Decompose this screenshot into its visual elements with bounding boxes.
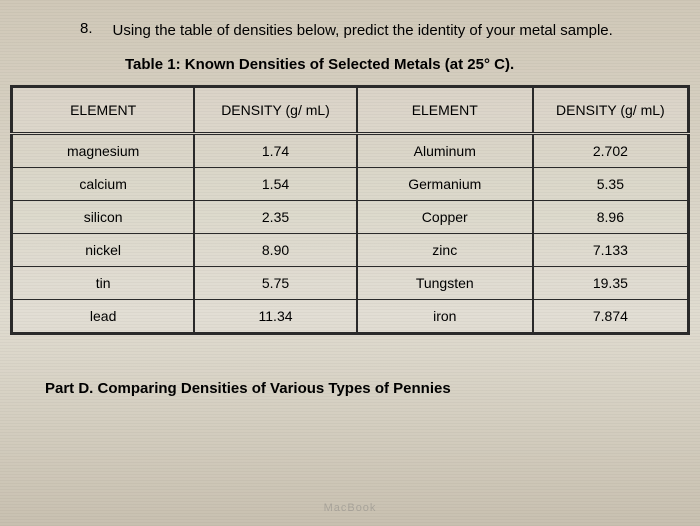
- table-row: tin 5.75 Tungsten 19.35: [12, 267, 689, 300]
- table-title-text: Known Densities of Selected Metals (at 2…: [185, 56, 514, 73]
- part-d-label: Part D.: [45, 380, 93, 397]
- question-row: 8. Using the table of densities below, p…: [10, 20, 690, 41]
- table-row: lead 11.34 iron 7.874: [12, 300, 689, 334]
- part-d-heading: Part D. Comparing Densities of Various T…: [10, 380, 690, 397]
- cell-element: Copper: [357, 201, 533, 234]
- table-title-label: Table 1:: [125, 56, 181, 73]
- cell-density: 7.133: [533, 234, 689, 267]
- cell-element: magnesium: [12, 134, 195, 168]
- table-title: Table 1: Known Densities of Selected Met…: [10, 56, 690, 73]
- table-row: magnesium 1.74 Aluminum 2.702: [12, 134, 689, 168]
- question-number: 8.: [80, 20, 93, 41]
- header-density-2: DENSITY (g/ mL): [533, 87, 689, 134]
- cell-density: 7.874: [533, 300, 689, 334]
- part-d-title: Comparing Densities of Various Types of …: [98, 380, 451, 397]
- cell-element: tin: [12, 267, 195, 300]
- cell-density: 1.54: [194, 168, 356, 201]
- cell-element: silicon: [12, 201, 195, 234]
- cell-element: Germanium: [357, 168, 533, 201]
- cell-element: Tungsten: [357, 267, 533, 300]
- table-header-row: ELEMENT DENSITY (g/ mL) ELEMENT DENSITY …: [12, 87, 689, 134]
- cell-element: zinc: [357, 234, 533, 267]
- table-row: calcium 1.54 Germanium 5.35: [12, 168, 689, 201]
- cell-density: 11.34: [194, 300, 356, 334]
- table-row: nickel 8.90 zinc 7.133: [12, 234, 689, 267]
- question-text: Using the table of densities below, pred…: [113, 20, 613, 41]
- cell-density: 8.96: [533, 201, 689, 234]
- table-row: silicon 2.35 Copper 8.96: [12, 201, 689, 234]
- cell-element: iron: [357, 300, 533, 334]
- header-element-2: ELEMENT: [357, 87, 533, 134]
- header-element-1: ELEMENT: [12, 87, 195, 134]
- header-density-1: DENSITY (g/ mL): [194, 87, 356, 134]
- cell-density: 19.35: [533, 267, 689, 300]
- cell-density: 1.74: [194, 134, 356, 168]
- cell-density: 2.35: [194, 201, 356, 234]
- cell-density: 2.702: [533, 134, 689, 168]
- cell-element: nickel: [12, 234, 195, 267]
- cell-element: calcium: [12, 168, 195, 201]
- cell-density: 8.90: [194, 234, 356, 267]
- cell-element: Aluminum: [357, 134, 533, 168]
- cell-density: 5.75: [194, 267, 356, 300]
- device-label: MacBook: [324, 502, 377, 514]
- density-table: ELEMENT DENSITY (g/ mL) ELEMENT DENSITY …: [10, 85, 690, 335]
- cell-density: 5.35: [533, 168, 689, 201]
- cell-element: lead: [12, 300, 195, 334]
